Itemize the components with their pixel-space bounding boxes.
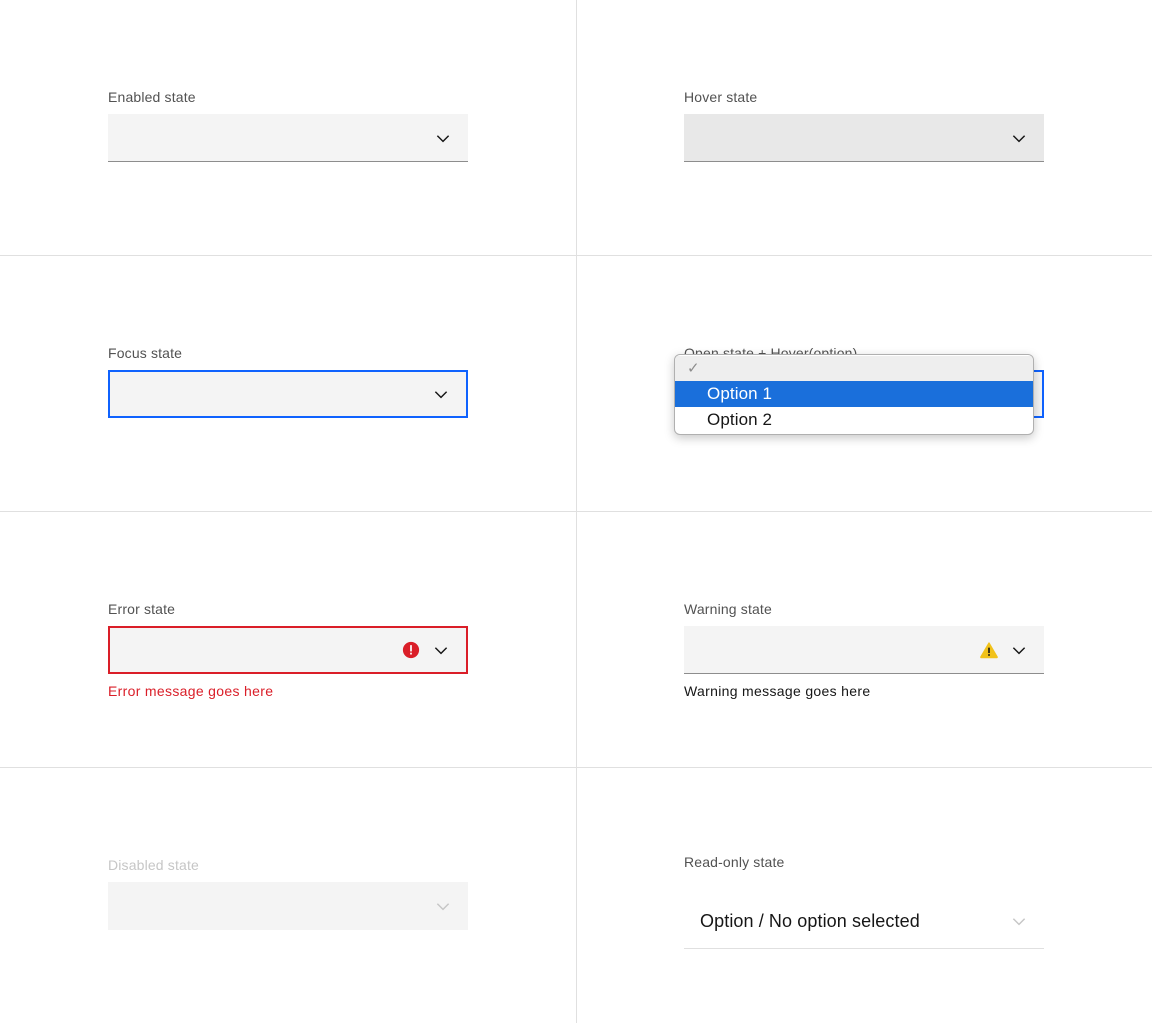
select-enabled[interactable]: [108, 114, 468, 162]
field-label: Disabled state: [108, 857, 199, 873]
cell-disabled-state: Disabled state: [0, 768, 576, 1023]
chevron-down-icon: [434, 129, 452, 147]
cell-readonly-state: Read-only state Option / No option selec…: [576, 768, 1152, 1023]
chevron-down-icon: [434, 897, 452, 915]
field-warning: Warning state Warning message goes here: [684, 600, 1044, 700]
select-warning[interactable]: [684, 626, 1044, 674]
field-label: Hover state: [684, 89, 758, 105]
chevron-down-icon: [1010, 641, 1028, 659]
field-label: Enabled state: [108, 89, 196, 105]
select-hover[interactable]: [684, 114, 1044, 162]
field-open: Open state + Hover(option) ✓ Option 1 Op…: [674, 344, 1044, 435]
field-label: Focus state: [108, 345, 183, 361]
field-label: Error state: [108, 601, 176, 617]
menu-item-label: Option 2: [707, 410, 773, 429]
checkmark-icon: ✓: [687, 359, 700, 377]
field-disabled: Disabled state: [108, 856, 468, 930]
chevron-down-icon: [432, 385, 450, 403]
select-error[interactable]: [108, 626, 468, 674]
menu-item-blank[interactable]: ✓: [675, 356, 1033, 381]
menu-item-option-2[interactable]: Option 2: [675, 407, 1033, 433]
error-message: Error message goes here: [108, 683, 274, 699]
readonly-value: Option / No option selected: [700, 910, 920, 931]
chevron-down-icon: [432, 641, 450, 659]
field-focus: Focus state: [108, 344, 468, 418]
chevron-down-icon: [1010, 912, 1028, 930]
field-hover: Hover state: [684, 88, 1044, 162]
select-states-specimen-sheet: Enabled state Hover state Focus state Op…: [0, 0, 1152, 1023]
select-disabled: [108, 882, 468, 930]
cell-warning-state: Warning state Warning message goes here: [576, 512, 1152, 768]
dropdown-menu: ✓ Option 1 Option 2: [674, 354, 1034, 435]
field-label: Read-only state: [684, 854, 785, 870]
field-readonly: Read-only state Option / No option selec…: [684, 853, 1044, 949]
cell-hover-state: Hover state: [576, 0, 1152, 256]
cell-focus-state: Focus state: [0, 256, 576, 512]
chevron-down-icon: [1010, 129, 1028, 147]
field-error: Error state Error message goes here: [108, 600, 468, 700]
select-focus[interactable]: [108, 370, 468, 418]
cell-error-state: Error state Error message goes here: [0, 512, 576, 768]
error-filled-icon: [402, 641, 420, 659]
field-label: Warning state: [684, 601, 772, 617]
menu-item-label: Option 1: [707, 384, 773, 403]
warning-message: Warning message goes here: [684, 683, 871, 699]
select-readonly: Option / No option selected: [684, 893, 1044, 949]
warning-alt-filled-icon: [980, 641, 998, 659]
field-enabled: Enabled state: [108, 88, 468, 162]
cell-enabled-state: Enabled state: [0, 0, 576, 256]
menu-item-option-1[interactable]: Option 1: [675, 381, 1033, 407]
cell-open-state: Open state + Hover(option) ✓ Option 1 Op…: [576, 256, 1152, 512]
